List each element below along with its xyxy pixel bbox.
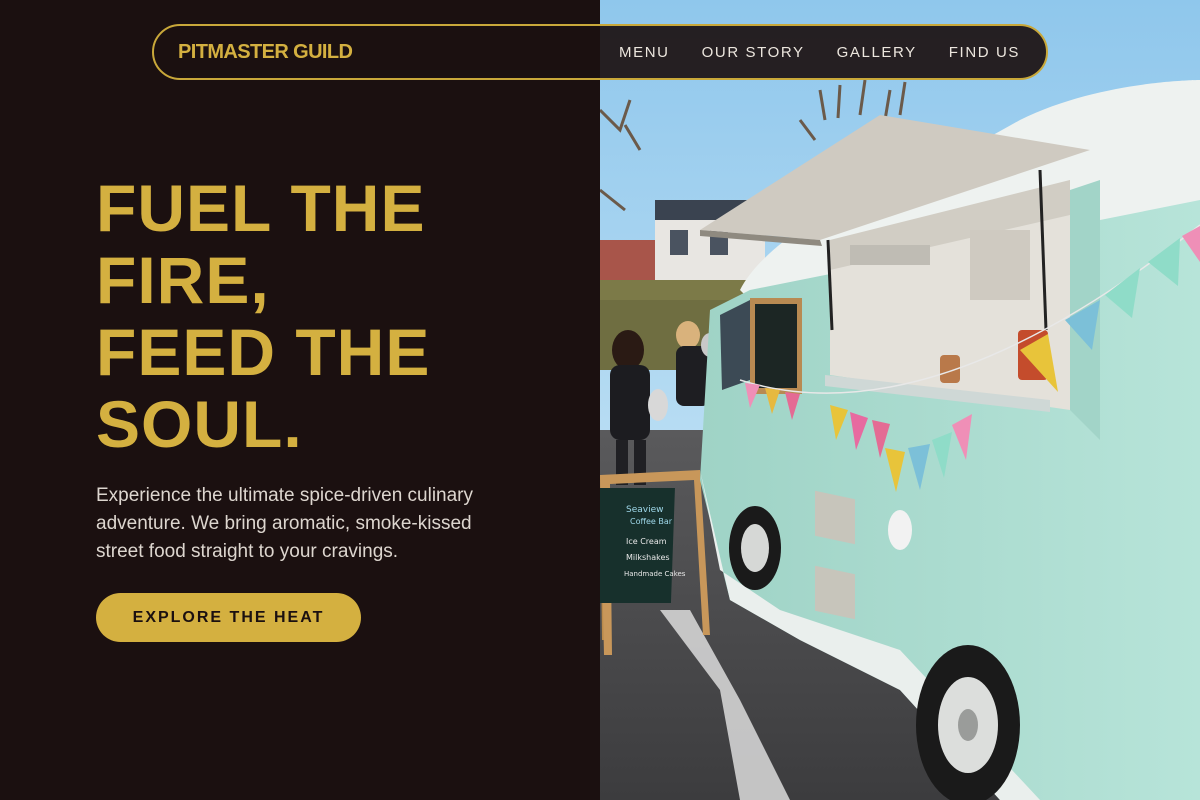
headline-line-3: FEED THE bbox=[96, 315, 431, 389]
hero-headline: FUEL THE FIRE, FEED THE SOUL. bbox=[96, 172, 576, 460]
hero-subtext: Experience the ultimate spice-driven cul… bbox=[96, 485, 474, 562]
chalk-line-4: Milkshakes bbox=[626, 553, 670, 562]
top-navbar: PITMASTER GUILD MENU OUR STORY GALLERY F… bbox=[152, 24, 1048, 80]
chalk-line-5: Handmade Cakes bbox=[624, 570, 686, 578]
food-truck-image: Seaview Coffee Bar Ice Cream Milkshakes … bbox=[600, 0, 1200, 800]
nav-link-find-us[interactable]: FIND US bbox=[949, 44, 1020, 61]
nav-links: MENU OUR STORY GALLERY FIND US bbox=[619, 44, 1020, 61]
brand-logo[interactable]: PITMASTER GUILD bbox=[178, 41, 353, 64]
nav-link-our-story[interactable]: OUR STORY bbox=[702, 44, 805, 61]
nav-link-menu[interactable]: MENU bbox=[619, 44, 670, 61]
chalk-line-1: Seaview bbox=[626, 505, 664, 515]
nav-link-gallery[interactable]: GALLERY bbox=[837, 44, 917, 61]
chalk-line-3: Ice Cream bbox=[626, 537, 667, 546]
chalk-line-2: Coffee Bar bbox=[630, 517, 673, 526]
headline-line-4: SOUL. bbox=[96, 387, 303, 461]
hero-photo: Seaview Coffee Bar Ice Cream Milkshakes … bbox=[600, 0, 1200, 800]
headline-line-1: FUEL THE bbox=[96, 171, 426, 245]
explore-the-heat-button[interactable]: EXPLORE THE HEAT bbox=[96, 593, 361, 642]
headline-line-2: FIRE, bbox=[96, 243, 270, 317]
